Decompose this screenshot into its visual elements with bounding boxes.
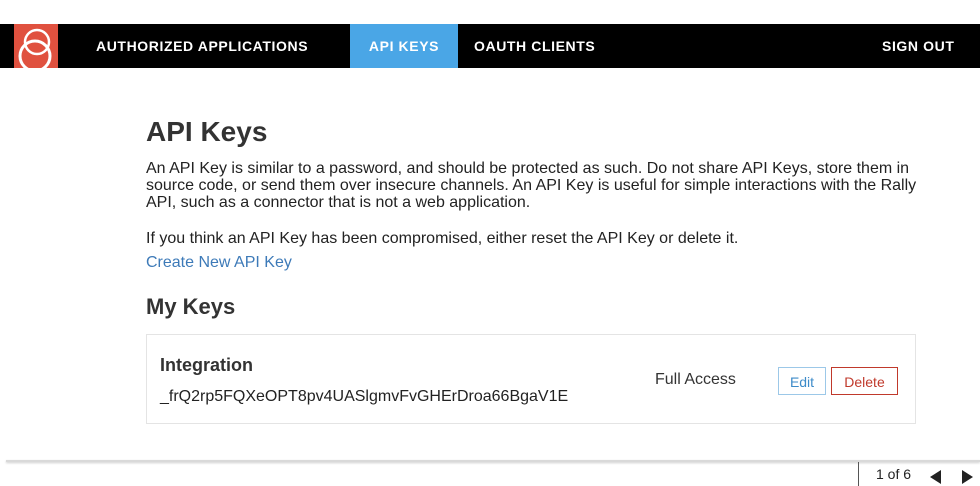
pager-divider: [858, 462, 859, 486]
edit-key-button[interactable]: Edit: [778, 367, 826, 395]
nav-authorized-applications[interactable]: AUTHORIZED APPLICATIONS: [96, 24, 308, 68]
sign-out-button[interactable]: SIGN OUT: [882, 24, 954, 68]
my-keys-heading: My Keys: [146, 294, 236, 319]
create-api-key-link[interactable]: Create New API Key: [146, 254, 292, 272]
triangle-left-icon[interactable]: [930, 470, 941, 484]
key-name: Integration: [160, 355, 253, 375]
nav-api-keys[interactable]: API KEYS: [350, 24, 458, 68]
rally-logo-icon[interactable]: [14, 24, 58, 68]
delete-key-button[interactable]: Delete: [831, 367, 898, 395]
top-nav-bar: AUTHORIZED APPLICATIONS API KEYS OAUTH C…: [0, 24, 980, 68]
nav-oauth-clients[interactable]: OAUTH CLIENTS: [474, 24, 595, 68]
pager-indicator: 1 of 6: [876, 466, 912, 482]
main-content: API Keys An API Key is similar to a pass…: [146, 112, 936, 424]
key-access-level: Full Access: [655, 371, 736, 388]
compromise-note: If you think an API Key has been comprom…: [146, 230, 739, 247]
page-title: API Keys: [146, 116, 268, 147]
api-key-description: An API Key is similar to a password, and…: [146, 160, 917, 211]
triangle-right-icon[interactable]: [962, 470, 973, 484]
api-key-card: Integration _frQ2rp5FQXeOPT8pv4UASlgmvFv…: [146, 334, 916, 424]
key-value: _frQ2rp5FQXeOPT8pv4UASlgmvFvGHErDroa66Bg…: [160, 388, 569, 405]
footer-divider: [6, 460, 980, 462]
